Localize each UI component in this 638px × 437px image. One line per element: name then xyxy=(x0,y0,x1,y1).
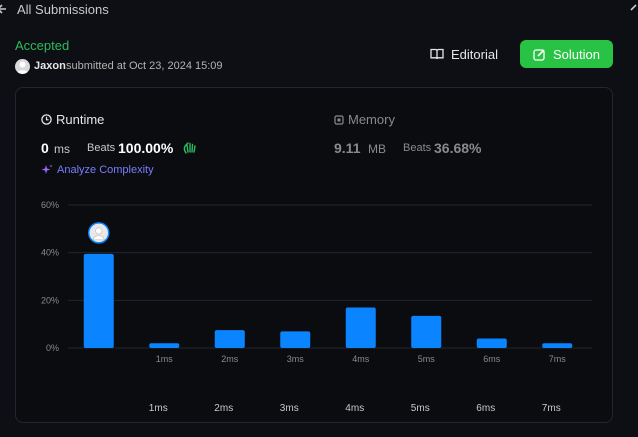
bottom-axis-label: 6ms xyxy=(476,403,495,414)
x-tick-label: 2ms xyxy=(221,354,239,364)
bottom-axis-label: 4ms xyxy=(345,403,364,414)
y-tick-label: 0% xyxy=(46,343,59,353)
y-tick-label: 60% xyxy=(41,200,59,210)
bottom-axis-label: 5ms xyxy=(411,403,430,414)
chart-bar xyxy=(149,343,180,348)
y-tick-label: 20% xyxy=(41,295,59,305)
bottom-axis-label: 7ms xyxy=(542,403,561,414)
chart-bar xyxy=(214,330,245,348)
bottom-axis-label: 3ms xyxy=(280,403,299,414)
chart-bar xyxy=(476,338,507,348)
x-tick-label: 7ms xyxy=(549,354,567,364)
chart-bar xyxy=(542,343,573,348)
chart-bar xyxy=(345,307,376,348)
avatar-head xyxy=(95,227,103,235)
avatar-body xyxy=(92,235,105,241)
x-tick-label: 1ms xyxy=(156,354,174,364)
x-tick-label: 3ms xyxy=(287,354,305,364)
x-tick-label: 4ms xyxy=(352,354,370,364)
x-tick-label: 5ms xyxy=(418,354,436,364)
chart-bar xyxy=(411,315,442,348)
chart-bar xyxy=(83,253,114,348)
x-tick-label: 6ms xyxy=(483,354,501,364)
bottom-axis-label: 2ms xyxy=(214,403,233,414)
bottom-axis-label: 1ms xyxy=(149,403,168,414)
chart-bar xyxy=(280,331,311,348)
runtime-distribution-chart: 0% 20% 40% 60% 1ms 1ms 2ms 2ms 3ms 3ms 4ms 4ms 5ms 5m… xyxy=(41,200,592,414)
y-tick-label: 40% xyxy=(41,248,59,258)
